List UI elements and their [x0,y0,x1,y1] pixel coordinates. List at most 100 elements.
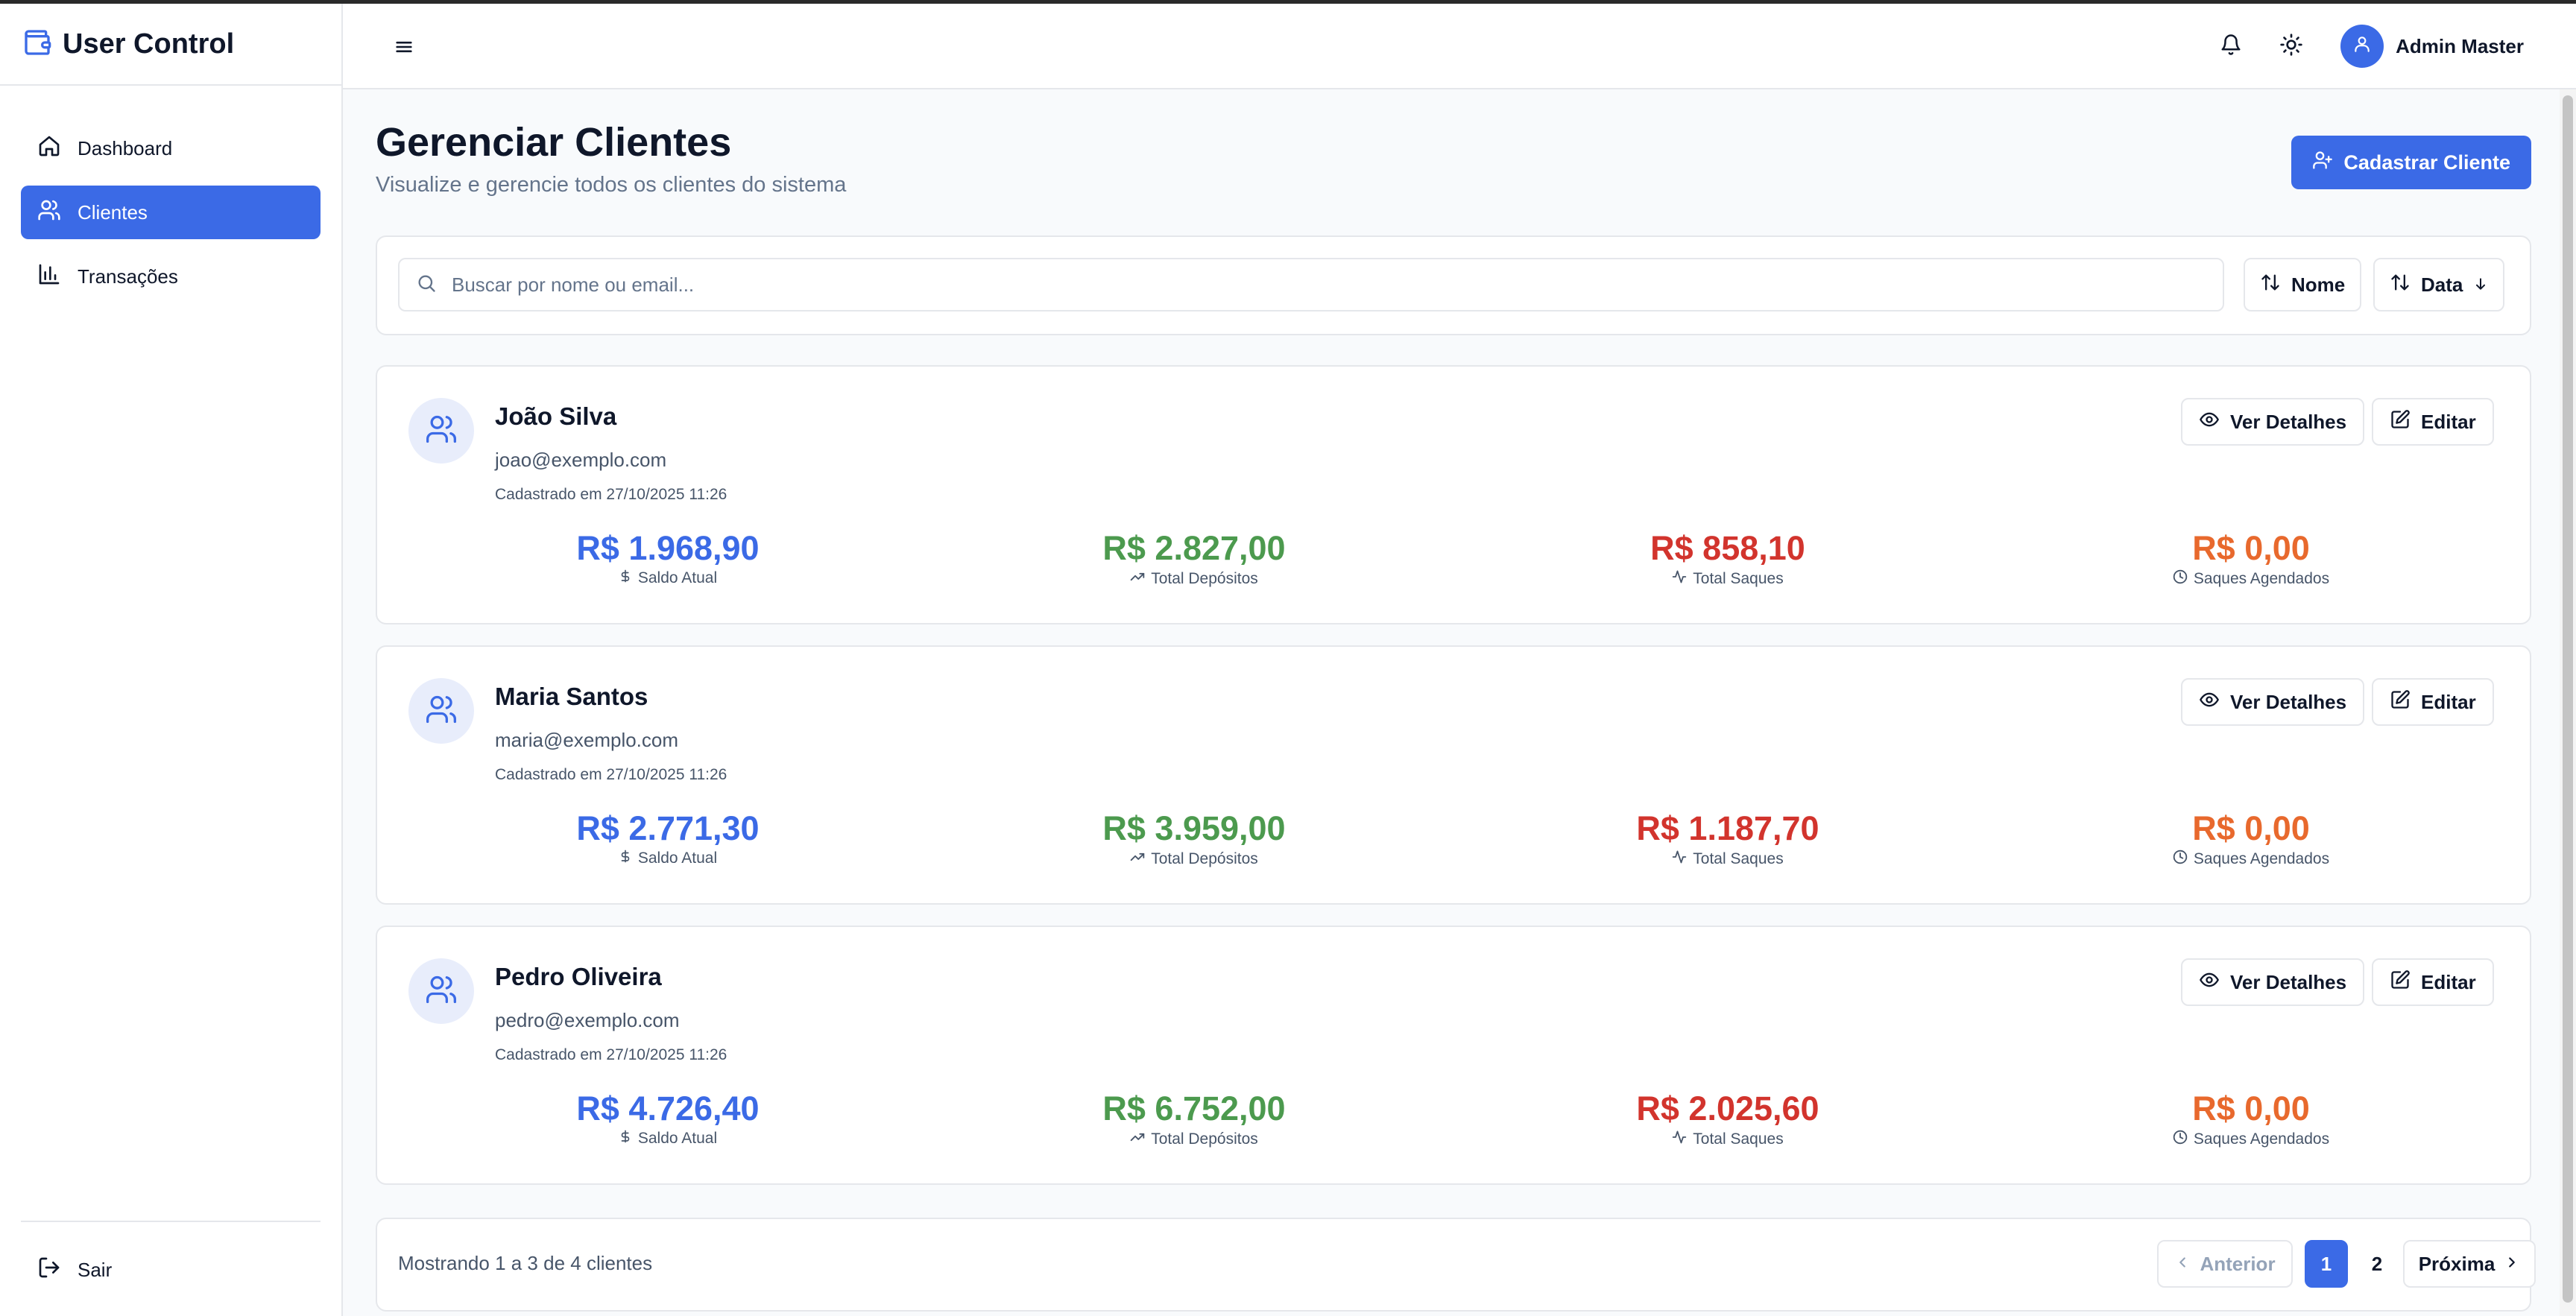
agendados-value: R$ 0,00 [2192,1089,2310,1127]
pagination-summary: Mostrando 1 a 3 de 4 clientes [398,1252,653,1274]
sidebar-item-dashboard[interactable]: Dashboard [21,121,321,175]
bell-icon[interactable] [2220,34,2242,60]
search-input[interactable] [452,273,2166,297]
user-menu[interactable]: Admin Master [2340,25,2524,68]
edit-label: Editar [2421,690,2476,713]
main-content: Gerenciar Clientes Visualize e gerencie … [343,89,2560,1316]
sidebar-item-label: Transações [78,265,178,288]
eye-icon [2199,689,2220,715]
sort-arrows-icon [2390,272,2411,298]
stat-saldo: R$ 2.771,30 Saldo Atual [556,809,780,867]
view-details-button[interactable]: Ver Detalhes [2181,398,2365,446]
edit-button[interactable]: Editar [2372,678,2494,726]
client-avatar [408,958,474,1024]
saques-label-row: Total Saques [1616,850,1840,869]
dollar-icon [619,1130,632,1148]
client-name: Maria Santos [495,683,648,710]
add-client-label: Cadastrar Cliente [2343,151,2510,174]
logout-button[interactable]: Sair [21,1243,321,1297]
previous-page-button[interactable]: Anterior [2157,1240,2293,1288]
client-card: Maria Santos maria@exemplo.com Cadastrad… [376,645,2531,905]
page-button-2[interactable]: 2 [2355,1240,2399,1288]
saldo-value: R$ 1.968,90 [576,529,760,567]
users-icon [425,973,458,1010]
edit-button[interactable]: Editar [2372,958,2494,1006]
view-details-button[interactable]: Ver Detalhes [2181,678,2365,726]
header-actions: Admin Master [2220,25,2524,68]
sidebar-item-transacoes[interactable]: Transações [21,250,321,303]
client-email: maria@exemplo.com [495,729,679,751]
depositos-label-row: Total Depósitos [1082,1130,1306,1149]
saldo-label: Saldo Atual [637,569,718,586]
saques-value: R$ 1.187,70 [1636,809,1819,847]
sidebar: User Control Dashboard Clientes Transaçõ… [0,4,343,1316]
clock-icon [2173,850,2188,869]
activity-icon [1672,1130,1687,1149]
activity-icon [1672,569,1687,589]
edit-icon [2390,689,2411,715]
agendados-label-row: Saques Agendados [2139,569,2363,589]
user-plus-icon [2312,150,2333,176]
agendados-label: Saques Agendados [2193,1130,2330,1148]
sidebar-nav: Dashboard Clientes Transações [0,86,341,303]
client-card: Pedro Oliveira pedro@exemplo.com Cadastr… [376,926,2531,1185]
view-details-label: Ver Detalhes [2230,410,2347,433]
sidebar-item-label: Clientes [78,200,148,224]
client-registered-date: Cadastrado em 27/10/2025 11:26 [495,486,727,503]
sort-by-name-button[interactable]: Nome [2244,258,2362,311]
client-email: pedro@exemplo.com [495,1009,680,1031]
sort-arrows-icon [2260,272,2281,298]
saques-value: R$ 858,10 [1650,529,1805,567]
search-icon [416,273,437,297]
add-client-button[interactable]: Cadastrar Cliente [2291,136,2531,189]
previous-label: Anterior [2200,1252,2276,1275]
chevron-right-icon [2504,1253,2520,1276]
sidebar-item-label: Dashboard [78,136,173,159]
agendados-label: Saques Agendados [2193,850,2330,867]
saques-label: Total Saques [1693,1130,1784,1148]
user-icon [2352,34,2372,59]
client-registered-date: Cadastrado em 27/10/2025 11:26 [495,1046,727,1063]
stat-saques: R$ 858,10 Total Saques [1616,529,1840,589]
avatar [2340,25,2384,68]
client-avatar [408,398,474,464]
page-button-1[interactable]: 1 [2305,1240,2348,1288]
home-icon [37,134,61,163]
dollar-icon [619,569,632,587]
stat-depositos: R$ 6.752,00 Total Depósitos [1082,1089,1306,1149]
trending-up-icon [1130,850,1145,869]
saldo-value: R$ 2.771,30 [576,809,760,847]
logout-label: Sair [78,1258,113,1281]
dollar-icon [619,850,632,867]
agendados-label: Saques Agendados [2193,570,2330,587]
depositos-label-row: Total Depósitos [1082,850,1306,869]
client-avatar [408,678,474,744]
next-page-button[interactable]: Próxima [2403,1240,2536,1288]
trending-up-icon [1130,569,1145,589]
saldo-label-row: Saldo Atual [556,569,780,587]
view-details-button[interactable]: Ver Detalhes [2181,958,2365,1006]
sun-icon[interactable] [2279,33,2303,60]
stat-agendados: R$ 0,00 Saques Agendados [2139,809,2363,869]
sidebar-item-clientes[interactable]: Clientes [21,186,321,239]
brand: User Control [0,4,341,86]
menu-toggle-button[interactable] [394,37,414,61]
bar-chart-icon [37,262,61,291]
client-name: João Silva [495,402,617,430]
edit-button[interactable]: Editar [2372,398,2494,446]
page-subtitle: Visualize e gerencie todos os clientes d… [376,173,847,197]
agendados-label-row: Saques Agendados [2139,1130,2363,1149]
scrollbar-thumb[interactable] [2563,95,2573,1303]
depositos-value: R$ 2.827,00 [1102,529,1286,567]
saques-label: Total Saques [1693,850,1784,867]
saques-label-row: Total Saques [1616,569,1840,589]
client-name: Pedro Oliveira [495,963,662,990]
clock-icon [2173,569,2188,589]
depositos-value: R$ 6.752,00 [1102,1089,1286,1127]
depositos-label-row: Total Depósitos [1082,569,1306,589]
clock-icon [2173,1130,2188,1149]
view-details-label: Ver Detalhes [2230,690,2347,713]
agendados-label-row: Saques Agendados [2139,850,2363,869]
sort-by-date-button[interactable]: Data [2373,258,2505,311]
saques-label: Total Saques [1693,570,1784,587]
